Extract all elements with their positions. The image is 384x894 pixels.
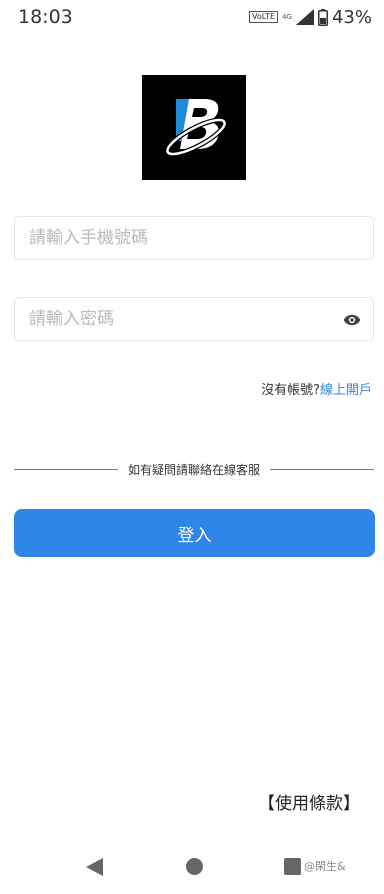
watermark: @閑生& <box>304 860 346 873</box>
password-field[interactable] <box>14 297 374 341</box>
support-text[interactable]: 如有疑問請聯絡在線客服 <box>118 461 270 478</box>
password-input[interactable] <box>27 308 333 330</box>
status-icons: VoLTE 4G 43% <box>249 6 372 28</box>
support-divider: 如有疑問請聯絡在線客服 <box>14 460 375 478</box>
divider-line-right <box>270 468 375 470</box>
back-triangle-icon[interactable] <box>86 858 103 876</box>
phone-input[interactable] <box>27 227 373 249</box>
network-type: 4G <box>282 13 292 21</box>
divider-line-left <box>14 468 118 470</box>
recent-square-icon[interactable] <box>284 858 301 875</box>
status-bar: 18:03 VoLTE 4G 43% <box>0 0 384 34</box>
app-logo <box>142 75 246 180</box>
battery-icon <box>317 8 328 26</box>
login-button[interactable]: 登入 <box>14 509 375 557</box>
status-time: 18:03 <box>18 6 73 28</box>
phone-field[interactable] <box>14 216 374 260</box>
signal-icon <box>295 9 314 25</box>
battery-percent: 43% <box>331 6 372 28</box>
navigation-bar: @閑生& <box>0 846 384 894</box>
eye-icon[interactable] <box>343 311 361 329</box>
register-link[interactable]: 線上開戶 <box>320 383 372 398</box>
home-circle-icon[interactable] <box>186 858 203 875</box>
volte-badge: VoLTE <box>249 11 279 23</box>
terms-link[interactable]: 【使用條款】 <box>258 789 360 814</box>
register-row: 沒有帳號?線上開戶 <box>261 379 372 398</box>
register-prompt: 沒有帳號? <box>261 383 320 398</box>
